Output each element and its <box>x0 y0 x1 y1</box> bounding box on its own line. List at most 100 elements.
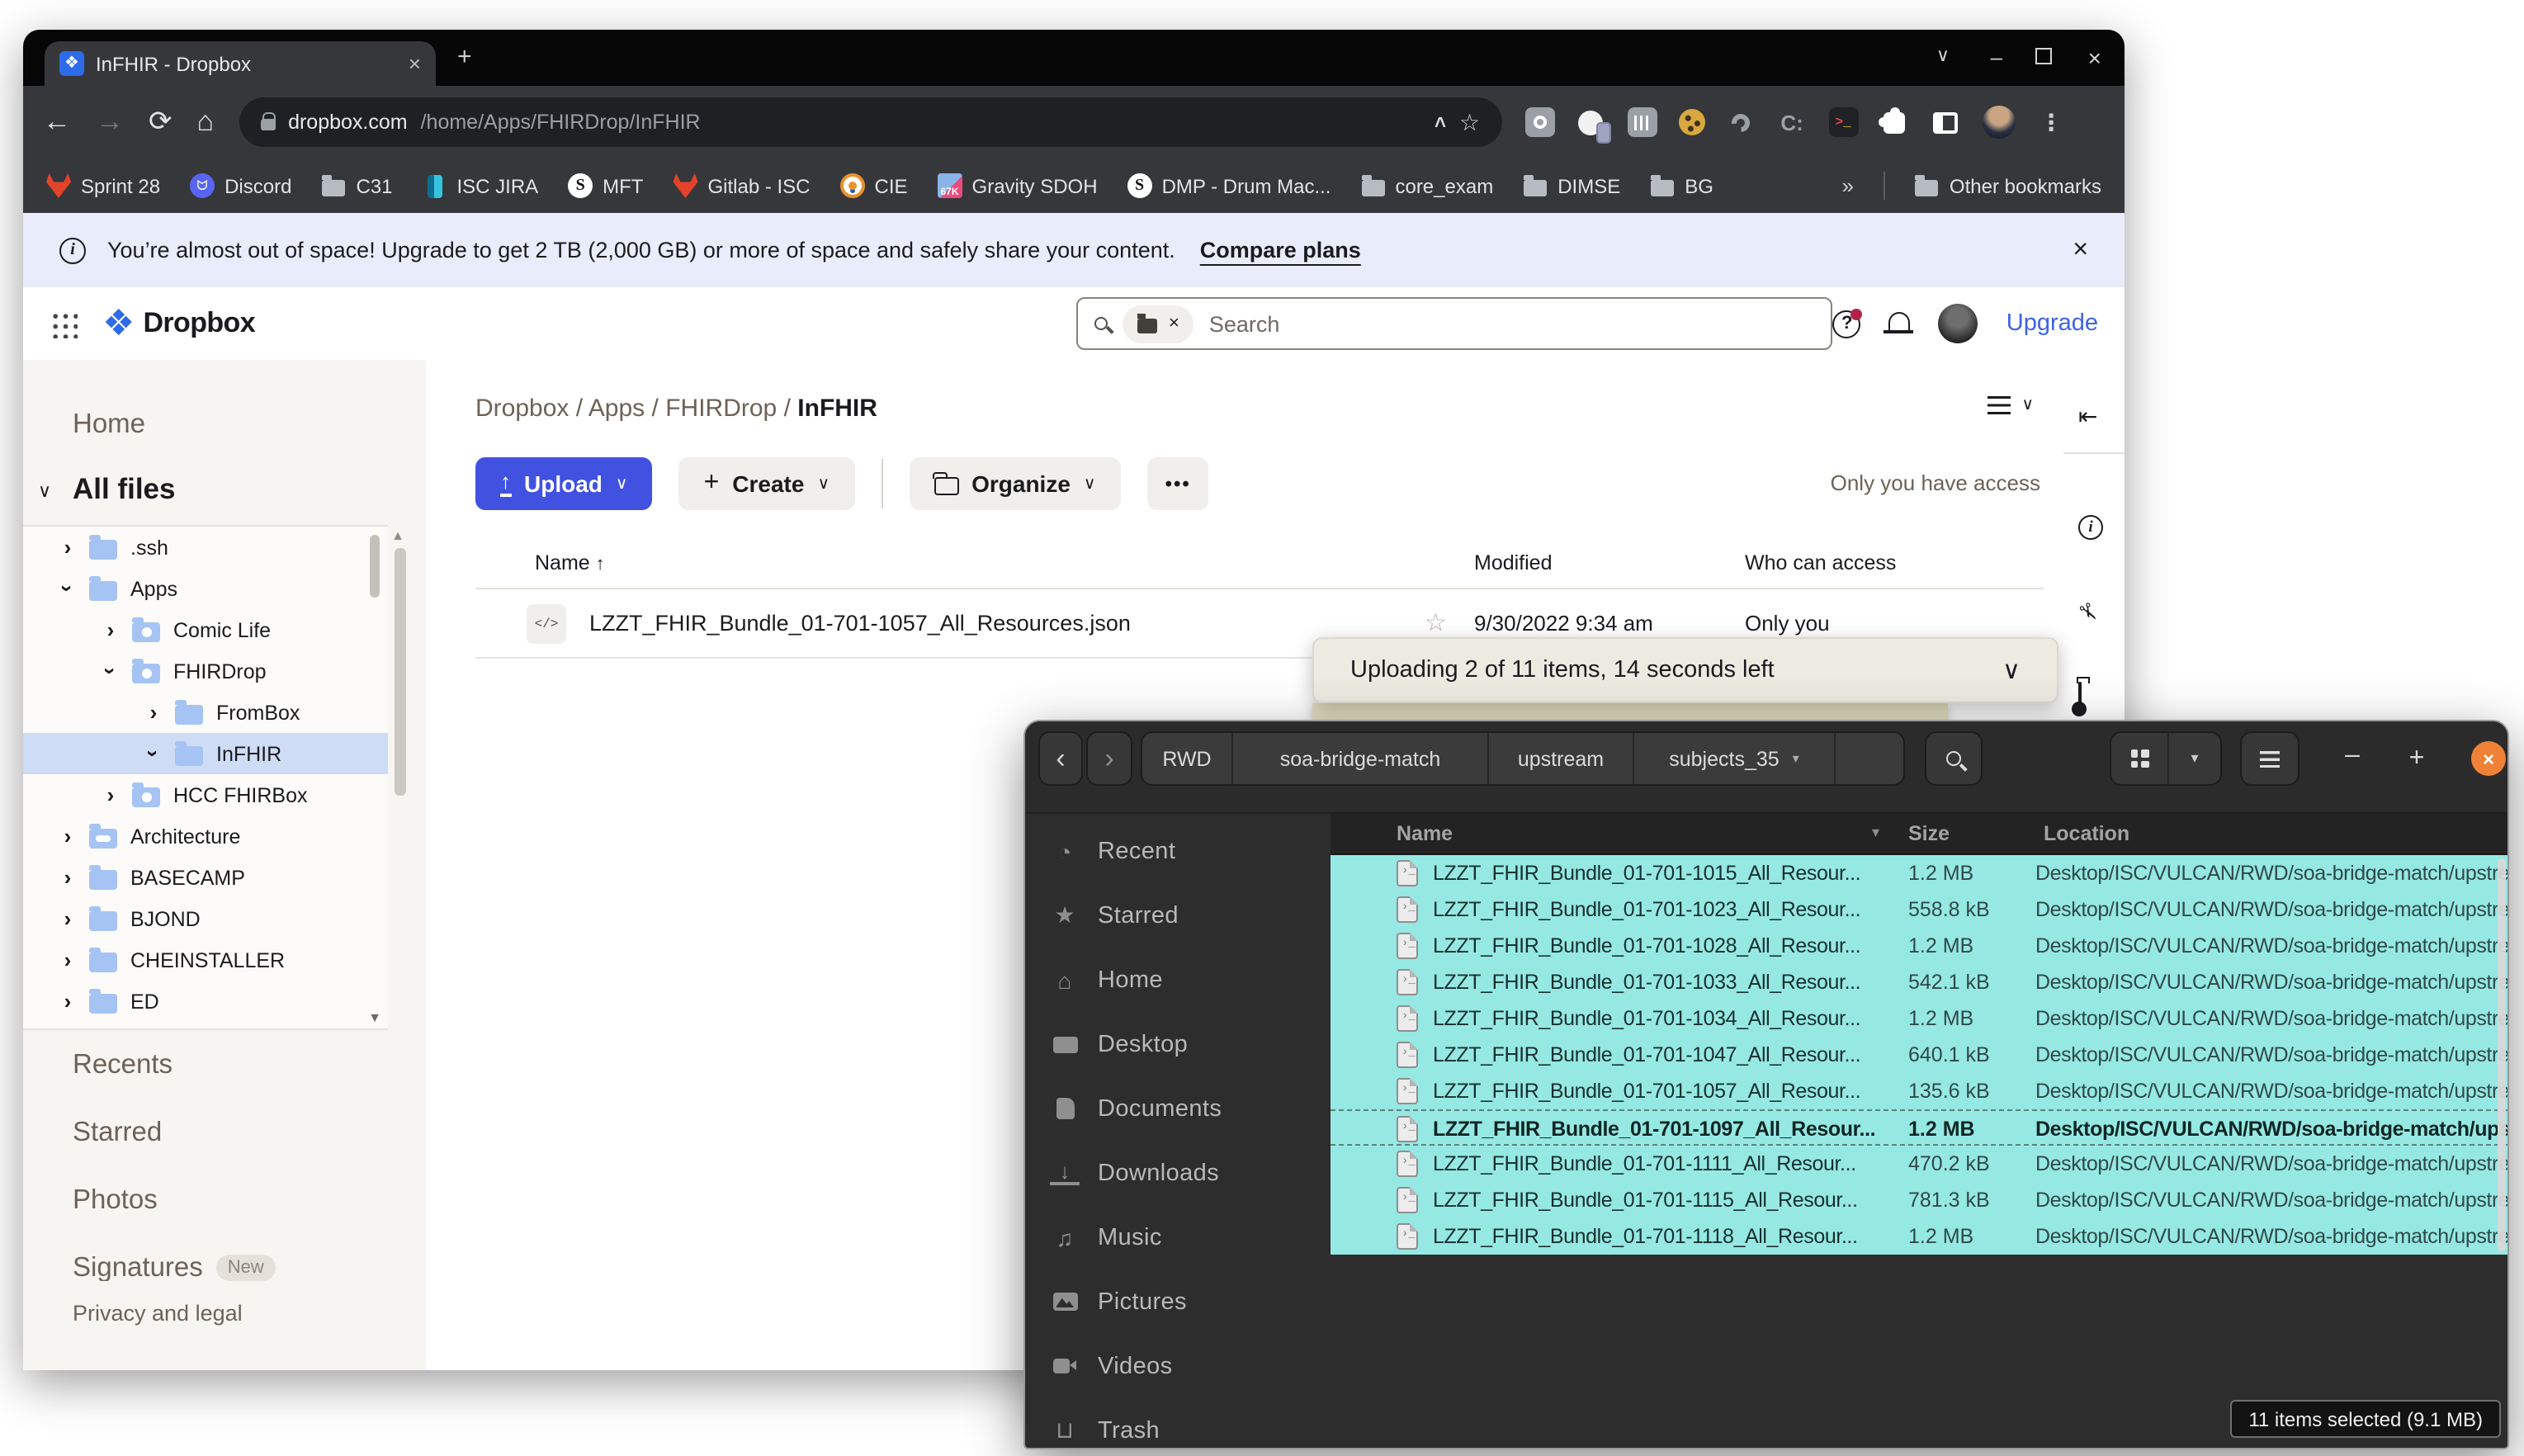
privacy-and-legal-link[interactable]: Privacy and legal <box>73 1301 243 1326</box>
apps-grid-icon[interactable] <box>50 310 78 338</box>
bell-icon[interactable] <box>1889 312 1911 332</box>
window-maximize-button[interactable] <box>2035 48 2052 64</box>
chevron-right-icon[interactable]: › <box>102 617 119 642</box>
side-panel-icon[interactable] <box>1931 107 1960 137</box>
tree-item-apps[interactable]: ›Apps <box>23 568 388 609</box>
banner-close-icon[interactable]: × <box>2073 235 2088 265</box>
bookmark-dimse[interactable]: DIMSE <box>1523 173 1620 198</box>
chevron-down-icon[interactable]: ∨ <box>2002 655 2021 685</box>
fm-zoom-out-button[interactable]: – <box>2328 741 2377 771</box>
sidebar-scrollbar[interactable] <box>395 548 406 796</box>
tree-item-ed[interactable]: ›ED <box>23 981 388 1022</box>
forward-icon[interactable]: → <box>96 106 124 139</box>
fm-row-1015[interactable]: LZZT_FHIR_Bundle_01-701-1015_All_Resour.… <box>1331 855 2507 891</box>
sidebar-scroll-up-icon[interactable]: ▲ <box>391 528 404 543</box>
back-icon[interactable]: ← <box>43 106 71 139</box>
chevron-right-icon[interactable]: › <box>59 906 76 931</box>
chip-remove-icon[interactable]: × <box>1169 314 1179 333</box>
sidebar-item-signatures[interactable]: SignaturesNew <box>73 1253 276 1281</box>
info-icon[interactable]: i <box>2078 515 2103 540</box>
fm-column-location[interactable]: Location <box>2044 822 2129 845</box>
fm-row-1034[interactable]: LZZT_FHIR_Bundle_01-701-1034_All_Resour.… <box>1331 1000 2507 1037</box>
tree-item-cheinstaller[interactable]: ›CHEINSTALLER <box>23 939 388 981</box>
bookmarks-overflow-chevron[interactable]: » <box>1841 173 1853 198</box>
create-button[interactable]: + Create ∨ <box>679 457 855 510</box>
view-toggle-button[interactable]: ∨ <box>1987 396 2034 414</box>
fm-menu-button[interactable] <box>2240 731 2299 786</box>
browser-profile-avatar[interactable] <box>1982 106 2015 139</box>
cookie-extension-icon[interactable] <box>1678 109 1704 135</box>
sidebar-item-recents[interactable]: Recents <box>73 1050 173 1081</box>
chevron-right-icon[interactable]: › <box>59 865 76 890</box>
path-segment-subjects-35[interactable]: subjects_35▾ <box>1634 733 1836 784</box>
pin-icon[interactable]: ✁ <box>2071 594 2106 631</box>
fm-zoom-in-button[interactable]: + <box>2392 745 2441 774</box>
compare-plans-link[interactable]: Compare plans <box>1200 238 1361 262</box>
file-name[interactable]: LZZT_FHIR_Bundle_01-701-1057_All_Resourc… <box>589 611 1131 636</box>
fm-close-button[interactable]: × <box>2471 741 2506 776</box>
terminal-extension-icon[interactable]: >_ <box>1828 107 1858 137</box>
more-actions-button[interactable]: ••• <box>1147 457 1209 510</box>
c-colon-extension-icon[interactable]: C: <box>1777 107 1807 137</box>
sidebar-item-photos[interactable]: Photos <box>73 1185 158 1217</box>
bookmark-dmp[interactable]: SDMP - Drum Mac... <box>1127 173 1331 198</box>
fm-row-1028[interactable]: LZZT_FHIR_Bundle_01-701-1028_All_Resour.… <box>1331 928 2507 964</box>
new-tab-button[interactable]: + <box>457 43 472 71</box>
tree-item-infhir-selected[interactable]: ›InFHIR <box>23 733 388 774</box>
chevron-right-icon[interactable]: › <box>59 535 76 560</box>
breadcrumb-fhirdrop[interactable]: FHIRDrop <box>665 395 777 423</box>
chevron-right-icon[interactable]: › <box>59 948 76 972</box>
fm-row-1118[interactable]: LZZT_FHIR_Bundle_01-701-1118_All_Resour.… <box>1331 1218 2507 1255</box>
breadcrumb-apps[interactable]: Apps <box>588 395 645 423</box>
chevron-right-icon[interactable]: › <box>145 700 162 725</box>
fm-sidebar-recent[interactable]: ◔Recent <box>1025 819 1331 883</box>
path-segment-rwd[interactable]: RWD <box>1142 733 1233 784</box>
fm-row-1047[interactable]: LZZT_FHIR_Bundle_01-701-1047_All_Resour.… <box>1331 1037 2507 1073</box>
tree-item-architecture[interactable]: ›Architecture <box>23 815 388 857</box>
bookmark-cie[interactable]: CIE <box>840 173 908 198</box>
tree-item-comic-life[interactable]: ›Comic Life <box>23 609 388 650</box>
sidebar-item-all-files[interactable]: All files <box>73 472 176 507</box>
home-icon[interactable]: ⌂ <box>197 106 215 139</box>
screenshot-extension-icon[interactable] <box>1524 107 1554 137</box>
window-close-button[interactable]: × <box>2088 45 2101 71</box>
share-icon[interactable]: < <box>1429 116 1452 128</box>
fm-vertical-scrollbar[interactable] <box>2498 858 2506 1251</box>
help-icon[interactable]: ? <box>1833 310 1861 338</box>
star-icon[interactable]: ☆ <box>1425 607 1447 637</box>
fm-sidebar-downloads[interactable]: ↓Downloads <box>1025 1141 1331 1205</box>
fm-sidebar-home[interactable]: ⌂Home <box>1025 948 1331 1012</box>
fm-row-1115[interactable]: LZZT_FHIR_Bundle_01-701-1115_All_Resour.… <box>1331 1182 2507 1218</box>
fm-row-1057[interactable]: LZZT_FHIR_Bundle_01-701-1057_All_Resour.… <box>1331 1073 2507 1109</box>
bookmark-isc-jira[interactable]: ISC JIRA <box>422 173 538 198</box>
url-bar[interactable]: dropbox.com /home/Apps/FHIRDrop/InFHIR <… <box>239 97 1501 147</box>
bookmark-discord[interactable]: ᗢDiscord <box>190 173 291 198</box>
browser-tab[interactable]: ❖ InFHIR - Dropbox × <box>45 41 436 86</box>
column-header-access[interactable]: Who can access <box>1745 551 1896 574</box>
tab-close-icon[interactable]: × <box>409 51 421 76</box>
chevron-down-icon[interactable]: › <box>55 580 80 597</box>
breadcrumb-dropbox[interactable]: Dropbox <box>475 395 569 423</box>
browser-menu-kebab-icon[interactable]: ⋮ <box>2036 107 2066 137</box>
fm-sidebar-trash[interactable]: ⊔Trash <box>1025 1398 1331 1449</box>
bookmark-c31[interactable]: C31 <box>321 173 392 198</box>
fm-search-button[interactable] <box>1925 731 1983 786</box>
fm-column-size[interactable]: Size <box>1908 822 1950 845</box>
bookmark-gravity-sdoh[interactable]: 67KGravity SDOH <box>938 173 1098 198</box>
chevron-right-icon[interactable]: › <box>59 824 76 849</box>
fm-grid-view-button[interactable] <box>2110 731 2169 786</box>
extensions-puzzle-icon[interactable] <box>1879 107 1909 137</box>
fm-view-dropdown-button[interactable]: ▾ <box>2167 731 2222 786</box>
tree-item-ssh[interactable]: ›.ssh <box>23 527 388 568</box>
chevron-right-icon[interactable]: › <box>59 989 76 1014</box>
tree-item-fhirdrop[interactable]: ›FHIRDrop <box>23 650 388 692</box>
upgrade-link[interactable]: Upgrade <box>2006 310 2098 337</box>
fm-row-1111[interactable]: LZZT_FHIR_Bundle_01-701-1111_All_Resour.… <box>1331 1146 2507 1182</box>
loop-extension-icon[interactable] <box>1726 107 1756 137</box>
bookmark-bg[interactable]: BG <box>1650 173 1713 198</box>
other-bookmarks[interactable]: Other bookmarks <box>1915 173 2101 198</box>
chevron-down-icon[interactable]: › <box>141 745 166 762</box>
search-bar[interactable]: × Search <box>1076 297 1832 350</box>
fm-sidebar-documents[interactable]: Documents <box>1025 1076 1331 1141</box>
tree-item-basecamp[interactable]: ›BASECAMP <box>23 857 388 898</box>
